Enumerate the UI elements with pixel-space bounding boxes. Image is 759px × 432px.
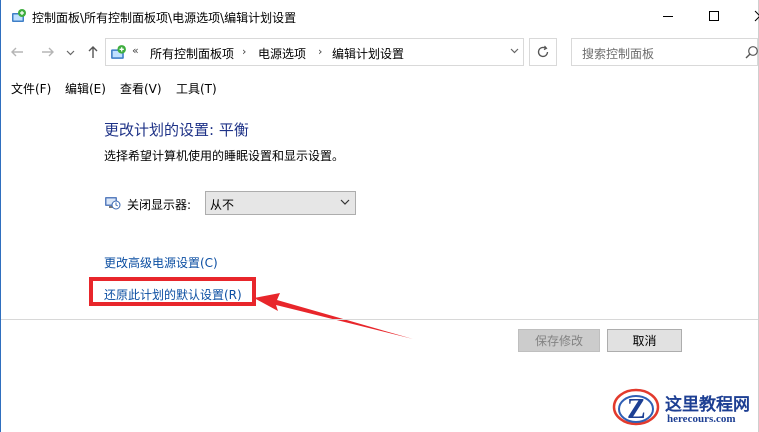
- svg-text:Z: Z: [627, 394, 646, 425]
- button-area-divider: [1, 319, 758, 320]
- cancel-button[interactable]: 取消: [607, 329, 682, 352]
- address-bar[interactable]: « 所有控制面板项 › 电源选项 › 编辑计划设置: [105, 38, 524, 66]
- back-button[interactable]: [7, 42, 27, 62]
- display-off-select[interactable]: 从不: [205, 191, 356, 215]
- recent-locations-button[interactable]: [60, 42, 80, 62]
- maximize-button[interactable]: [691, 0, 737, 32]
- annotation-arrow: [254, 293, 413, 339]
- menu-tools[interactable]: 工具(T): [176, 80, 217, 97]
- breadcrumb-edit-plan[interactable]: 编辑计划设置: [332, 45, 404, 62]
- search-icon[interactable]: [745, 45, 759, 59]
- watermark-title: 这里教程网: [665, 395, 750, 415]
- watermark-logo: Z: [612, 388, 660, 426]
- control-panel-icon: [12, 9, 26, 22]
- breadcrumb-all-items[interactable]: 所有控制面板项: [150, 45, 234, 62]
- arrow-right-icon: [42, 47, 54, 57]
- breadcrumb-separator[interactable]: ›: [242, 45, 246, 58]
- close-icon: [754, 10, 759, 22]
- menu-file[interactable]: 文件(F): [11, 80, 51, 97]
- breadcrumb-separator[interactable]: ›: [318, 45, 322, 58]
- menu-edit[interactable]: 编辑(E): [65, 80, 106, 97]
- annotation-highlight-box: [89, 277, 256, 306]
- window-title: 控制面板\所有控制面板项\电源选项\编辑计划设置: [32, 11, 297, 25]
- chevron-down-icon: [66, 50, 74, 55]
- search-input[interactable]: 搜索控制面板: [582, 45, 654, 62]
- search-box[interactable]: 搜索控制面板: [571, 38, 758, 66]
- refresh-button[interactable]: [529, 38, 557, 66]
- maximize-icon: [709, 11, 719, 21]
- monitor-icon: [105, 197, 121, 210]
- breadcrumb-power-options[interactable]: 电源选项: [258, 45, 306, 62]
- minimize-icon: [663, 16, 673, 17]
- chevron-down-icon: [340, 199, 350, 205]
- page-description: 选择希望计算机使用的睡眠设置和显示设置。: [104, 149, 345, 163]
- refresh-icon: [537, 45, 549, 58]
- menu-view[interactable]: 查看(V): [120, 80, 162, 97]
- forward-button[interactable]: [38, 42, 58, 62]
- arrow-left-icon: [11, 47, 23, 57]
- menu-bar: 文件(F) 编辑(E) 查看(V) 工具(T): [1, 76, 758, 98]
- arrow-up-icon: [88, 46, 98, 58]
- watermark-url: herecours.com: [667, 413, 736, 425]
- display-off-value: 从不: [210, 198, 235, 212]
- display-off-label: 关闭显示器:: [127, 198, 192, 212]
- title-bar: 控制面板\所有控制面板项\电源选项\编辑计划设置: [1, 0, 759, 32]
- address-history-button[interactable]: [510, 46, 519, 58]
- control-panel-icon: [111, 45, 126, 59]
- advanced-power-settings-link[interactable]: 更改高级电源设置(C): [104, 254, 218, 271]
- up-button[interactable]: [83, 42, 103, 62]
- navigation-bar: « 所有控制面板项 › 电源选项 › 编辑计划设置 搜索控制面板: [1, 32, 758, 72]
- page-title: 更改计划的设置: 平衡: [104, 121, 249, 139]
- address-overflow[interactable]: «: [132, 44, 139, 57]
- minimize-button[interactable]: [645, 0, 691, 32]
- chevron-down-icon: [510, 48, 519, 54]
- close-button[interactable]: [737, 0, 759, 32]
- save-changes-button[interactable]: 保存修改: [518, 329, 600, 352]
